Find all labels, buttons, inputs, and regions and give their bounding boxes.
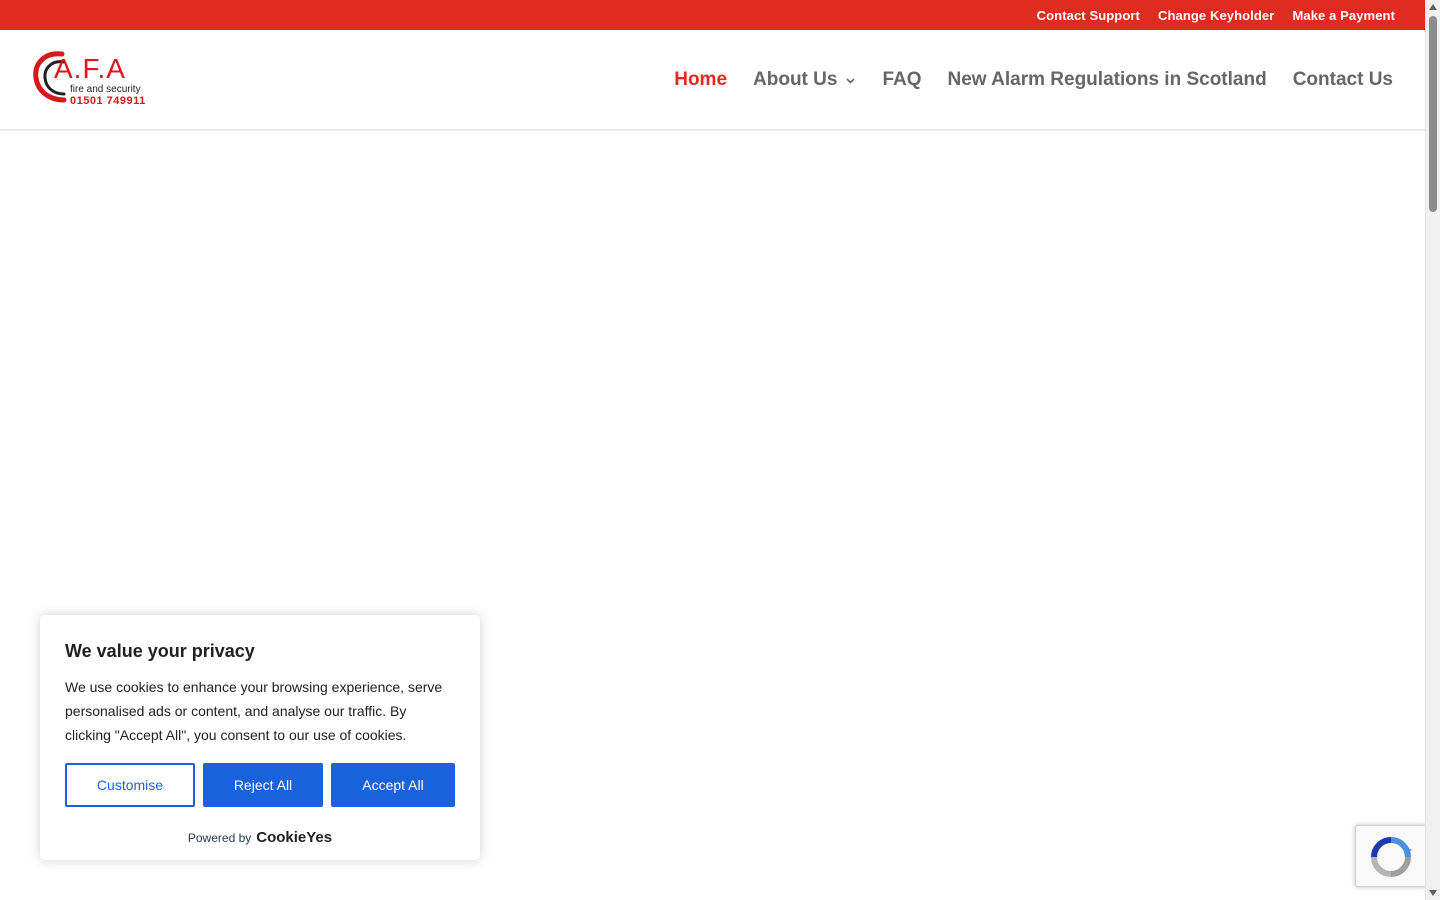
scroll-up-icon[interactable] (1429, 4, 1437, 10)
chevron-down-icon (846, 77, 856, 84)
cookie-buttons: Customise Reject All Accept All (65, 763, 455, 807)
scroll-down-icon[interactable] (1429, 890, 1437, 896)
nav-item-new-alarm-regulations[interactable]: New Alarm Regulations in Scotland (948, 69, 1267, 91)
nav-item-label: FAQ (882, 69, 922, 90)
top-bar: Contact Support Change Keyholder Make a … (0, 0, 1425, 30)
nav-item-about-us[interactable]: About Us (753, 69, 856, 91)
page-scrollbar[interactable] (1425, 0, 1440, 900)
cookie-description: We use cookies to enhance your browsing … (65, 679, 443, 743)
nav-item-label: New Alarm Regulations in Scotland (947, 69, 1267, 90)
cookieyes-logo[interactable]: CookieYes (256, 829, 332, 846)
customise-button[interactable]: Customise (65, 763, 195, 807)
topbar-link-make-payment[interactable]: Make a Payment (1292, 8, 1395, 23)
nav-item-contact-us[interactable]: Contact Us (1293, 69, 1393, 91)
powered-by-label: Powered by (187, 830, 252, 845)
primary-nav: Home About Us FAQ New Alarm Regulations … (648, 30, 1393, 130)
recaptcha-icon (1371, 837, 1412, 877)
recaptcha-badge[interactable] (1355, 825, 1427, 887)
nav-item-label: Home (674, 69, 728, 90)
nav-item-faq[interactable]: FAQ (882, 69, 921, 91)
site-logo[interactable]: A.F.A fire and security 01501 749911 (32, 50, 156, 110)
nav-item-home[interactable]: Home (674, 69, 727, 91)
logo-letters: A.F.A (54, 53, 126, 84)
cookie-consent-banner: We value your privacy We use cookies to … (40, 615, 480, 860)
powered-by: Powered by CookieYes (40, 829, 480, 846)
nav-item-label: Contact Us (1292, 69, 1393, 90)
main-header: A.F.A fire and security 01501 749911 Hom… (0, 30, 1425, 130)
topbar-link-change-keyholder[interactable]: Change Keyholder (1158, 8, 1274, 23)
scrollbar-thumb[interactable] (1429, 16, 1437, 212)
accept-all-button[interactable]: Accept All (331, 763, 455, 807)
cookie-title: We value your privacy (65, 641, 255, 661)
nav-item-label: About Us (753, 69, 838, 90)
logo-phone: 01501 749911 (70, 95, 146, 107)
reject-all-button[interactable]: Reject All (203, 763, 323, 807)
topbar-link-contact-support[interactable]: Contact Support (1037, 8, 1140, 23)
page: Contact Support Change Keyholder Make a … (0, 0, 1440, 900)
